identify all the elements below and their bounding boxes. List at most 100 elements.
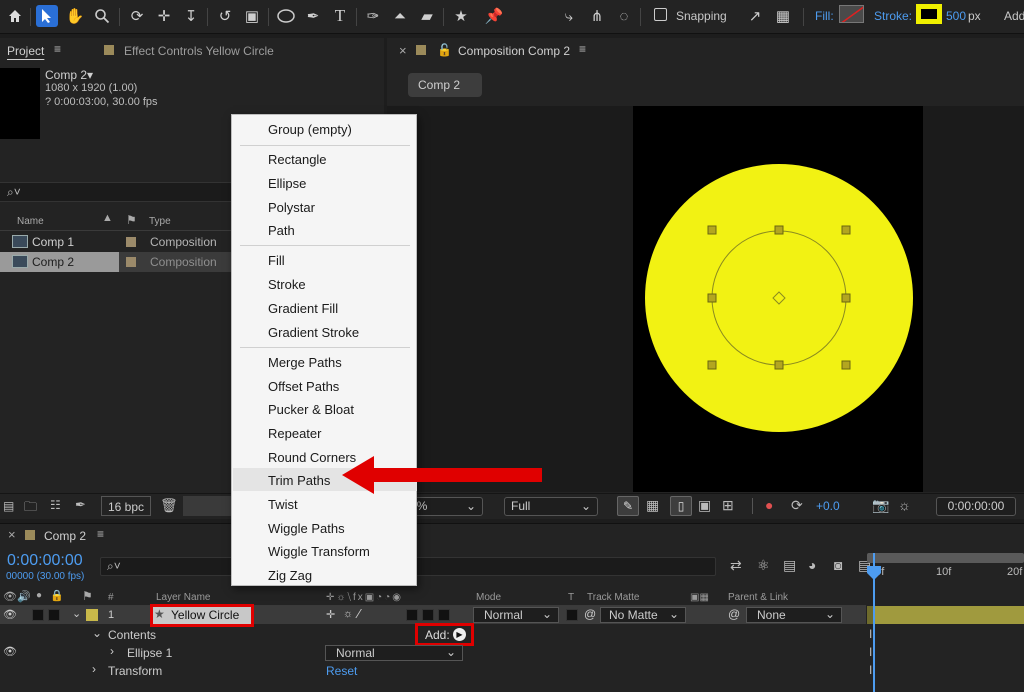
label-swatch[interactable] [126, 257, 136, 267]
menu-item-gradient-stroke[interactable]: Gradient Stroke [268, 325, 359, 340]
menu-item-zig-zag[interactable]: Zig Zag [268, 568, 312, 583]
label-tag-icon[interactable]: ⚑ [126, 213, 137, 227]
motion-blur-switch[interactable] [422, 609, 434, 621]
work-area-bar[interactable] [867, 553, 1024, 563]
lock-icon[interactable]: 🔒 [50, 589, 64, 602]
sort-arrow-icon[interactable]: ▲ [102, 212, 113, 224]
ellipse-tool-icon[interactable] [275, 5, 297, 27]
menu-item-merge-paths[interactable]: Merge Paths [268, 355, 342, 370]
trash-icon[interactable]: 🗑 [160, 497, 178, 514]
pan-camera-icon[interactable]: ✛ [153, 5, 175, 27]
snapping-checkbox[interactable] [654, 8, 667, 21]
exposure-value[interactable]: +0.0 [816, 499, 840, 513]
lock-icon[interactable]: 🔓 [437, 43, 452, 57]
interpret-footage-icon[interactable]: ▤ [3, 499, 14, 513]
motion-blur-icon[interactable]: ◙ [834, 557, 842, 573]
menu-item-ellipse[interactable]: Ellipse [268, 176, 306, 191]
menu-item-gradient-fill[interactable]: Gradient Fill [268, 301, 338, 316]
menu-item-twist[interactable]: Twist [268, 497, 298, 512]
panel-menu-icon[interactable]: ≡ [54, 42, 61, 56]
label-tag-icon[interactable]: ⚑ [82, 589, 93, 603]
home-icon[interactable] [4, 5, 26, 27]
menu-item-pucker-bloat[interactable]: Pucker & Bloat [268, 402, 354, 417]
local-axis-icon[interactable]: ⤷ [558, 5, 580, 27]
menu-item-repeater[interactable]: Repeater [268, 426, 321, 441]
layer-in-handle[interactable] [867, 606, 873, 624]
bit-depth-button[interactable]: 16 bpc [101, 496, 152, 516]
menu-item-rectangle[interactable]: Rectangle [268, 152, 327, 167]
orbit-camera-icon[interactable]: ⟳ [126, 5, 148, 27]
stroke-width-value[interactable]: 500 [946, 9, 966, 23]
eye-icon[interactable]: 👁 [3, 608, 17, 621]
layer-row[interactable]: 👁 ⌄ 1 ★ Yellow Circle ✛ ☼ ∕ Normal ⌄ @ N… [0, 606, 866, 624]
project-item-row-selected[interactable]: Comp 2 Composition [0, 252, 231, 272]
current-time[interactable]: 0:00:00:00 [7, 552, 83, 570]
eye-icon[interactable]: 👁 [3, 590, 17, 603]
close-tab-icon[interactable]: × [399, 43, 407, 58]
ellipse-row[interactable]: 👁 › Ellipse 1 Normal ⌄ [0, 644, 866, 662]
clone-stamp-icon[interactable]: ⏶ [389, 5, 411, 27]
comp-flowchart-icon[interactable]: ⇄ [730, 557, 742, 574]
preserve-transparency-toggle[interactable] [566, 609, 578, 621]
snapshot-icon[interactable]: 📷 [872, 497, 889, 514]
yellow-circle-shape[interactable] [633, 106, 923, 492]
track-matte-select[interactable]: No Matte ⌄ [600, 607, 686, 623]
menu-item-stroke[interactable]: Stroke [268, 277, 306, 292]
solo-icon[interactable]: ● [36, 590, 42, 601]
menu-item-wiggle-transform[interactable]: Wiggle Transform [268, 544, 370, 559]
show-snapshot-icon[interactable]: ☼ [898, 497, 911, 513]
type-tool-icon[interactable]: T [329, 5, 351, 27]
quality-switch-icon[interactable]: ∕ [358, 606, 360, 621]
thumbnail-slider[interactable] [183, 496, 231, 516]
new-folder-icon[interactable]: 🗀 [24, 498, 37, 520]
rotate-tool-icon[interactable]: ↺ [214, 5, 236, 27]
mask-visibility-icon[interactable]: ▯ [670, 496, 692, 516]
pen-icon[interactable]: ✒ [75, 497, 86, 513]
menu-item-fill[interactable]: Fill [268, 253, 285, 268]
panel-menu-icon[interactable]: ≡ [97, 527, 104, 541]
parent-select[interactable]: None ⌄ [746, 607, 842, 623]
brush-tool-icon[interactable]: ✑ [362, 5, 384, 27]
matte-pickwhip-icon[interactable]: @ [584, 607, 596, 621]
collapse-switch-icon[interactable]: ☼ [343, 608, 353, 620]
layer-duration-bar[interactable] [875, 606, 1024, 624]
expand-chevron-icon[interactable]: › [110, 644, 114, 658]
expand-chevron-icon[interactable]: ⌄ [92, 626, 102, 640]
col-name[interactable]: Name [17, 216, 44, 227]
lock-toggle[interactable] [48, 609, 60, 621]
guides-icon[interactable]: ⊞ [722, 497, 734, 514]
color-channel-icon[interactable]: ● [765, 497, 773, 513]
layer-label-swatch[interactable] [86, 609, 98, 621]
comp-info-name[interactable]: Comp 2▾ [45, 68, 93, 82]
pan-behind-icon[interactable]: ▣ [241, 5, 263, 27]
world-axis-icon[interactable]: ⋔ [586, 5, 608, 27]
label-swatch[interactable] [126, 237, 136, 247]
solo-toggle[interactable] [32, 609, 44, 621]
add-label[interactable]: Add: [1004, 9, 1024, 23]
snap-features-icon[interactable]: ▦ [772, 5, 794, 27]
roto-brush-icon[interactable]: ★ [450, 5, 472, 27]
shy-switch-icon[interactable]: ✛ [326, 608, 335, 621]
eraser-tool-icon[interactable]: ▰ [416, 5, 438, 27]
project-item-row[interactable]: Comp 1 Composition [0, 232, 231, 252]
hand-tool-icon[interactable]: ✋ [64, 5, 86, 27]
reset-link[interactable]: Reset [326, 664, 357, 678]
zoom-tool-icon[interactable] [91, 5, 113, 27]
menu-item-offset-paths[interactable]: Offset Paths [268, 379, 339, 394]
panel-menu-icon[interactable]: ≡ [579, 42, 586, 56]
fill-swatch[interactable] [839, 5, 864, 23]
pen-tool-icon[interactable]: ✒ [302, 5, 324, 27]
menu-item-group[interactable]: Group (empty) [268, 122, 352, 137]
transparency-grid-icon[interactable]: ▦ [646, 497, 659, 514]
expand-chevron-icon[interactable]: › [92, 662, 96, 676]
selection-tool-icon[interactable] [36, 5, 58, 27]
col-layer-name[interactable]: Layer Name [156, 592, 210, 603]
composition-tab[interactable]: Composition Comp 2 [458, 44, 570, 58]
mode-select[interactable]: Normal ⌄ [473, 607, 559, 623]
reset-exposure-icon[interactable]: ⟳ [791, 497, 803, 514]
expand-chevron-icon[interactable]: ⌄ [72, 607, 81, 620]
resolution-select[interactable]: Full ⌄ [504, 497, 598, 516]
fast-previews-icon[interactable]: ✎ [617, 496, 639, 516]
shy-layers-icon[interactable]: ▤ [783, 557, 796, 574]
eye-icon[interactable]: 👁 [3, 645, 17, 658]
